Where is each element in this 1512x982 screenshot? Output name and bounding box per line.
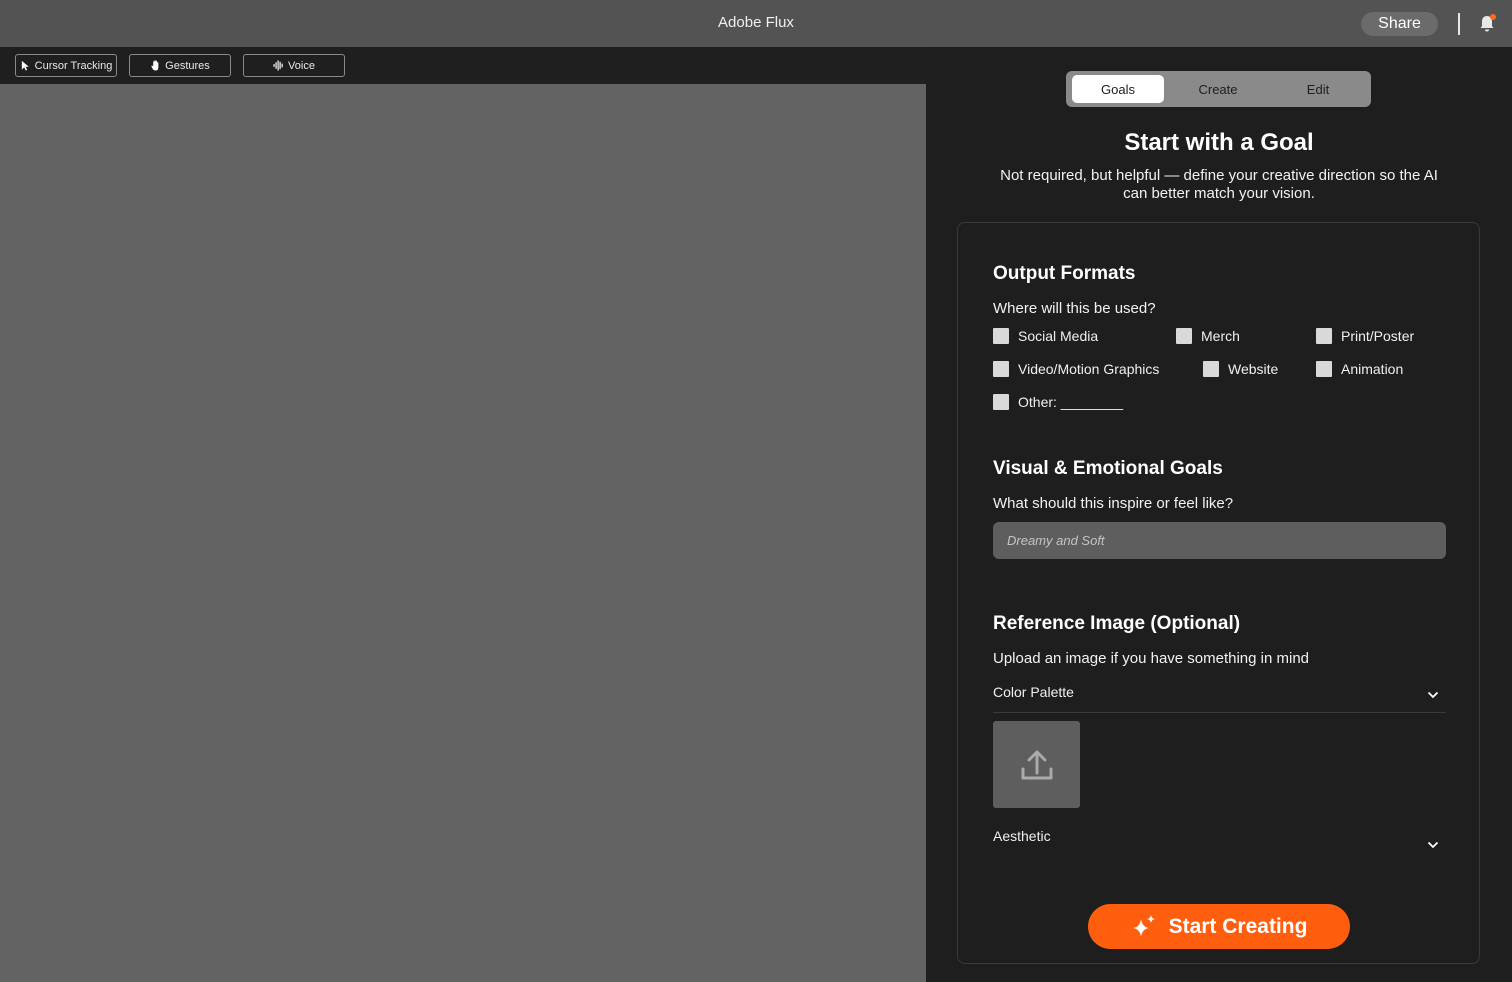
checkbox-animation[interactable]: Animation [1316, 361, 1403, 377]
checkbox-label: Other: ________ [1018, 394, 1124, 410]
chevron-down-icon [1427, 841, 1439, 849]
notifications-button[interactable] [1479, 14, 1496, 33]
checkbox-print-poster[interactable]: Print/Poster [1316, 328, 1414, 344]
panel-heading: Start with a Goal [1124, 129, 1314, 156]
start-creating-label: Start Creating [1168, 914, 1308, 938]
output-formats-question: Where will this be used? [993, 300, 1156, 317]
checkbox-box[interactable] [1316, 361, 1332, 377]
goals-card: Output Formats Where will this be used? … [957, 222, 1480, 964]
aesthetic-dropdown[interactable]: Aesthetic [993, 828, 1446, 856]
checkbox-label: Social Media [1018, 328, 1099, 344]
reference-title: Reference Image (Optional) [993, 613, 1241, 634]
title-bar: Adobe Flux Share [0, 0, 1512, 47]
sparkle-icon [1132, 914, 1155, 937]
start-creating-button[interactable]: Start Creating [1088, 904, 1350, 949]
voice-label: Voice [288, 59, 315, 72]
aesthetic-label: Aesthetic [993, 828, 1051, 844]
color-palette-label: Color Palette [993, 684, 1074, 700]
checkbox-label: Merch [1201, 328, 1240, 344]
visual-goals-title: Visual & Emotional Goals [993, 458, 1223, 479]
checkbox-merch[interactable]: Merch [1176, 328, 1240, 344]
tab-create[interactable]: Create [1172, 75, 1264, 103]
output-formats-title: Output Formats [993, 263, 1136, 284]
cursor-tracking-label: Cursor Tracking [34, 59, 113, 72]
upload-image-button[interactable] [993, 721, 1080, 808]
header-divider [1458, 13, 1460, 35]
checkbox-label: Video/Motion Graphics [1018, 361, 1160, 377]
color-palette-dropdown[interactable]: Color Palette [993, 684, 1446, 712]
dropdown-divider [993, 712, 1446, 713]
waveform-icon [273, 60, 283, 71]
gestures-label: Gestures [165, 59, 210, 72]
cursor-tracking-button[interactable]: Cursor Tracking [15, 54, 117, 77]
hand-icon [151, 60, 159, 71]
checkbox-box[interactable] [1316, 328, 1332, 344]
checkbox-video-motion-graphics[interactable]: Video/Motion Graphics [993, 361, 1159, 377]
voice-button[interactable]: Voice [243, 54, 345, 77]
checkbox-box[interactable] [1176, 328, 1192, 344]
gestures-button[interactable]: Gestures [129, 54, 231, 77]
checkbox-label: Animation [1341, 361, 1404, 377]
checkbox-box[interactable] [993, 361, 1009, 377]
checkbox-social-media[interactable]: Social Media [993, 328, 1098, 344]
canvas-toolbar: Cursor Tracking Gestures Voice [0, 47, 926, 84]
visual-goals-question: What should this inspire or feel like? [993, 495, 1234, 512]
goals-panel: Goals Create Edit Start with a Goal Not … [926, 47, 1512, 982]
checkbox-other[interactable]: Other: ________ [993, 394, 1123, 410]
cursor-icon [21, 60, 29, 71]
panel-subtitle: Not required, but helpful — define your … [1000, 167, 1438, 202]
checkbox-label: Website [1228, 361, 1279, 377]
checkbox-box[interactable] [993, 328, 1009, 344]
share-button[interactable]: Share [1361, 12, 1438, 36]
checkbox-website[interactable]: Website [1203, 361, 1278, 377]
reference-subtitle: Upload an image if you have something in… [993, 650, 1310, 667]
checkbox-label: Print/Poster [1341, 328, 1415, 344]
checkbox-box[interactable] [1203, 361, 1219, 377]
canvas-area[interactable] [0, 84, 926, 982]
app-title: Adobe Flux [718, 14, 794, 31]
chevron-down-icon [1427, 691, 1439, 699]
mode-tabs: Goals Create Edit [1066, 71, 1371, 107]
tab-goals[interactable]: Goals [1072, 75, 1164, 103]
notification-dot [1490, 14, 1496, 20]
checkbox-box[interactable] [993, 394, 1009, 410]
upload-icon [1021, 750, 1052, 779]
tab-edit[interactable]: Edit [1272, 75, 1364, 103]
visual-goals-input[interactable] [993, 522, 1446, 559]
